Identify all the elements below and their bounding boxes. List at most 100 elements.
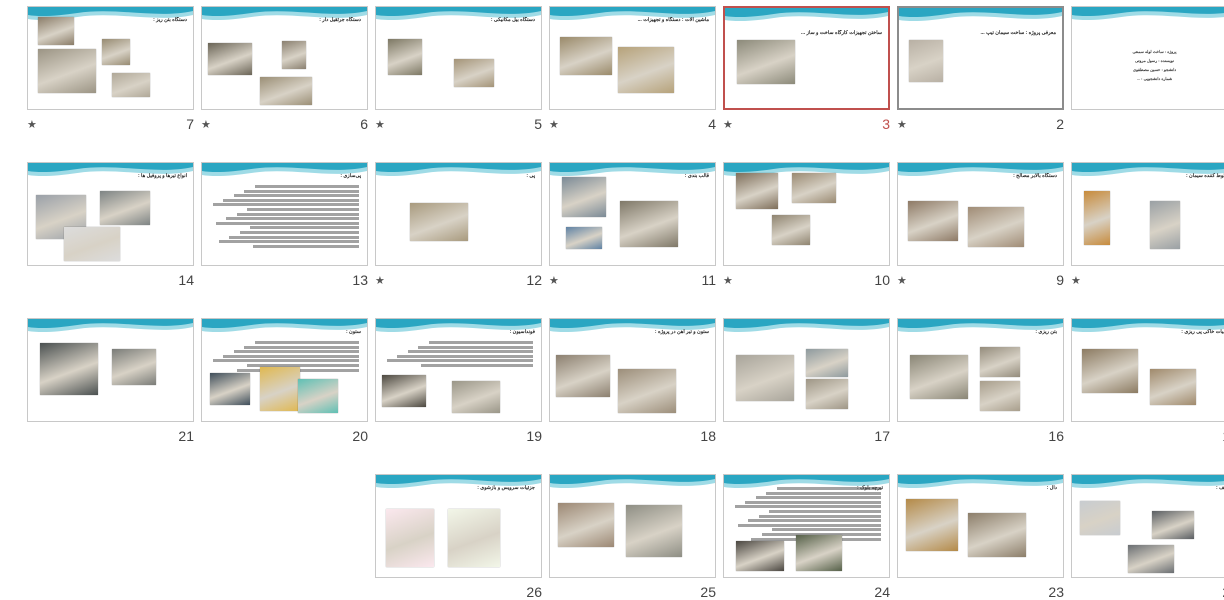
slide-number: 19 xyxy=(526,428,542,444)
text-line xyxy=(244,189,359,193)
slide-thumbnail-11[interactable]: قالب بندی : xyxy=(549,162,716,266)
slide-number: 8 xyxy=(1198,272,1224,288)
slide-thumbnail-3[interactable]: ساختن تجهیزات کارگاه ساخت و ساز ... xyxy=(723,6,890,110)
slide-title: عملیات خاکی پی ریزی : xyxy=(1181,329,1224,335)
slide-photo xyxy=(112,73,150,97)
transition-star-icon[interactable]: ★ xyxy=(549,118,559,131)
text-line xyxy=(397,354,533,358)
transition-star-icon[interactable]: ★ xyxy=(27,118,37,131)
slide-thumbnail-16[interactable]: بتن ریزی : xyxy=(897,318,1064,422)
transition-star-icon[interactable]: ★ xyxy=(375,274,385,287)
slide-number: 17 xyxy=(874,428,890,444)
text-line xyxy=(748,519,881,523)
slide-thumbnail-21[interactable] xyxy=(27,318,194,422)
slide-thumbnail-13[interactable]: پی‌سازی : xyxy=(201,162,368,266)
transition-star-icon[interactable]: ★ xyxy=(897,274,907,287)
slide-header-wave xyxy=(899,8,1062,22)
slide-number: 18 xyxy=(700,428,716,444)
slide-thumbnail-1[interactable]: پروژه : ساخت لوله سمنتی نویسنده : رسول مر… xyxy=(1071,6,1224,110)
slide-thumbnail-23[interactable]: دال : xyxy=(897,474,1064,578)
slide-photo xyxy=(980,381,1020,411)
slide-number: 26 xyxy=(526,584,542,600)
slide-number: 13 xyxy=(352,272,368,288)
slide-photo xyxy=(736,355,794,401)
text-line xyxy=(254,341,359,344)
slide-thumbnail-12[interactable]: پی : xyxy=(375,162,542,266)
slide-thumbnail-20[interactable]: ستون : xyxy=(201,318,368,422)
slide-thumbnail-26[interactable]: جزئیات سرویس و بازشوی : xyxy=(375,474,542,578)
slide-title: جزئیات سرویس و بازشوی : xyxy=(477,485,535,491)
slide-thumbnail-4[interactable]: ماشین آلات : دستگاه و تجهیزات ... xyxy=(549,6,716,110)
slide-photo xyxy=(618,369,676,413)
slide-photo xyxy=(558,503,614,547)
transition-star-icon[interactable]: ★ xyxy=(897,118,907,131)
transition-star-icon[interactable]: ★ xyxy=(549,274,559,287)
slide-photo xyxy=(38,49,96,93)
slide-thumbnail-7[interactable]: دستگاه بتن ریز : xyxy=(27,6,194,110)
slide-title: ستون : xyxy=(345,329,361,335)
slide-number: 6 xyxy=(360,116,368,132)
text-line xyxy=(758,514,881,518)
slide-number: 15 xyxy=(1198,428,1224,444)
transition-star-icon[interactable]: ★ xyxy=(201,118,211,131)
slide-photo xyxy=(968,513,1026,557)
slide-thumbnail-8[interactable]: مخلوط کننده سیمان : xyxy=(1071,162,1224,266)
slide-number: 11 xyxy=(701,272,716,288)
slide-number: 3 xyxy=(882,116,890,132)
slide-thumbnail-2[interactable]: معرفی پروژه : ساخت سیمان تیپ ... xyxy=(897,6,1064,110)
slide-thumbnail-15[interactable]: عملیات خاکی پی ریزی : xyxy=(1071,318,1224,422)
transition-star-icon[interactable]: ★ xyxy=(723,118,733,131)
slide-photo xyxy=(100,191,150,225)
slide-photo xyxy=(388,39,422,75)
slide-photo xyxy=(772,215,810,245)
slide-body-text xyxy=(384,341,533,369)
text-line xyxy=(772,528,881,532)
slide-photo xyxy=(454,59,494,87)
title-slide-line: نویسنده : رسول مروتی xyxy=(1135,58,1174,63)
slide-title: سقف : xyxy=(1216,485,1224,491)
transition-star-icon[interactable]: ★ xyxy=(375,118,385,131)
slide-photo xyxy=(620,201,678,247)
slide-photo xyxy=(386,509,434,567)
text-line xyxy=(745,500,881,504)
slide-number: 23 xyxy=(1048,584,1064,600)
text-line xyxy=(223,198,359,202)
slide-thumbnail-17[interactable] xyxy=(723,318,890,422)
slide-photo xyxy=(40,343,98,395)
text-line xyxy=(212,359,359,363)
slide-thumbnail-22[interactable]: سقف : xyxy=(1071,474,1224,578)
slide-title: فونداسیون : xyxy=(509,329,535,335)
slide-photo xyxy=(796,535,842,571)
title-slide-line: دانشجو : حسین مصطفوی xyxy=(1132,67,1177,72)
text-line xyxy=(218,240,359,244)
slide-thumbnail-24[interactable]: تیرچه بلوک : xyxy=(723,474,890,578)
transition-star-icon[interactable]: ★ xyxy=(723,274,733,287)
slide-photo xyxy=(736,173,778,209)
slide-photo xyxy=(282,41,306,69)
slide-photo xyxy=(906,499,958,551)
transition-star-icon[interactable]: ★ xyxy=(1071,274,1081,287)
slide-title: بتن ریزی : xyxy=(1035,329,1057,335)
text-line xyxy=(226,217,359,221)
slide-thumbnail-9[interactable]: دستگاه بالابر مصالح : xyxy=(897,162,1064,266)
text-line xyxy=(418,345,533,349)
slide-thumbnail-10[interactable] xyxy=(723,162,890,266)
slide-title: ستون و تیر آهن در پروژه : xyxy=(654,329,709,335)
slide-number: 4 xyxy=(708,116,716,132)
slide-thumbnail-6[interactable]: دستگاه جرثقیل دار : xyxy=(201,6,368,110)
slide-photo xyxy=(112,349,156,385)
slide-title: ساختن تجهیزات کارگاه ساخت و ساز ... xyxy=(800,30,882,36)
slide-photo xyxy=(792,173,836,203)
slide-header-wave xyxy=(1072,7,1224,21)
slide-thumbnail-25[interactable] xyxy=(549,474,716,578)
slide-photo xyxy=(618,47,674,93)
slide-number: 10 xyxy=(874,272,890,288)
slide-thumbnail-19[interactable]: فونداسیون : xyxy=(375,318,542,422)
slide-body-text xyxy=(732,487,881,542)
slide-photo xyxy=(806,379,848,409)
slide-thumbnail-14[interactable]: انواع تیرها و پروفیل ها : xyxy=(27,162,194,266)
text-line xyxy=(776,487,881,490)
text-line xyxy=(247,207,359,211)
slide-thumbnail-5[interactable]: دستگاه بیل مکانیکی : xyxy=(375,6,542,110)
slide-thumbnail-18[interactable]: ستون و تیر آهن در پروژه : xyxy=(549,318,716,422)
